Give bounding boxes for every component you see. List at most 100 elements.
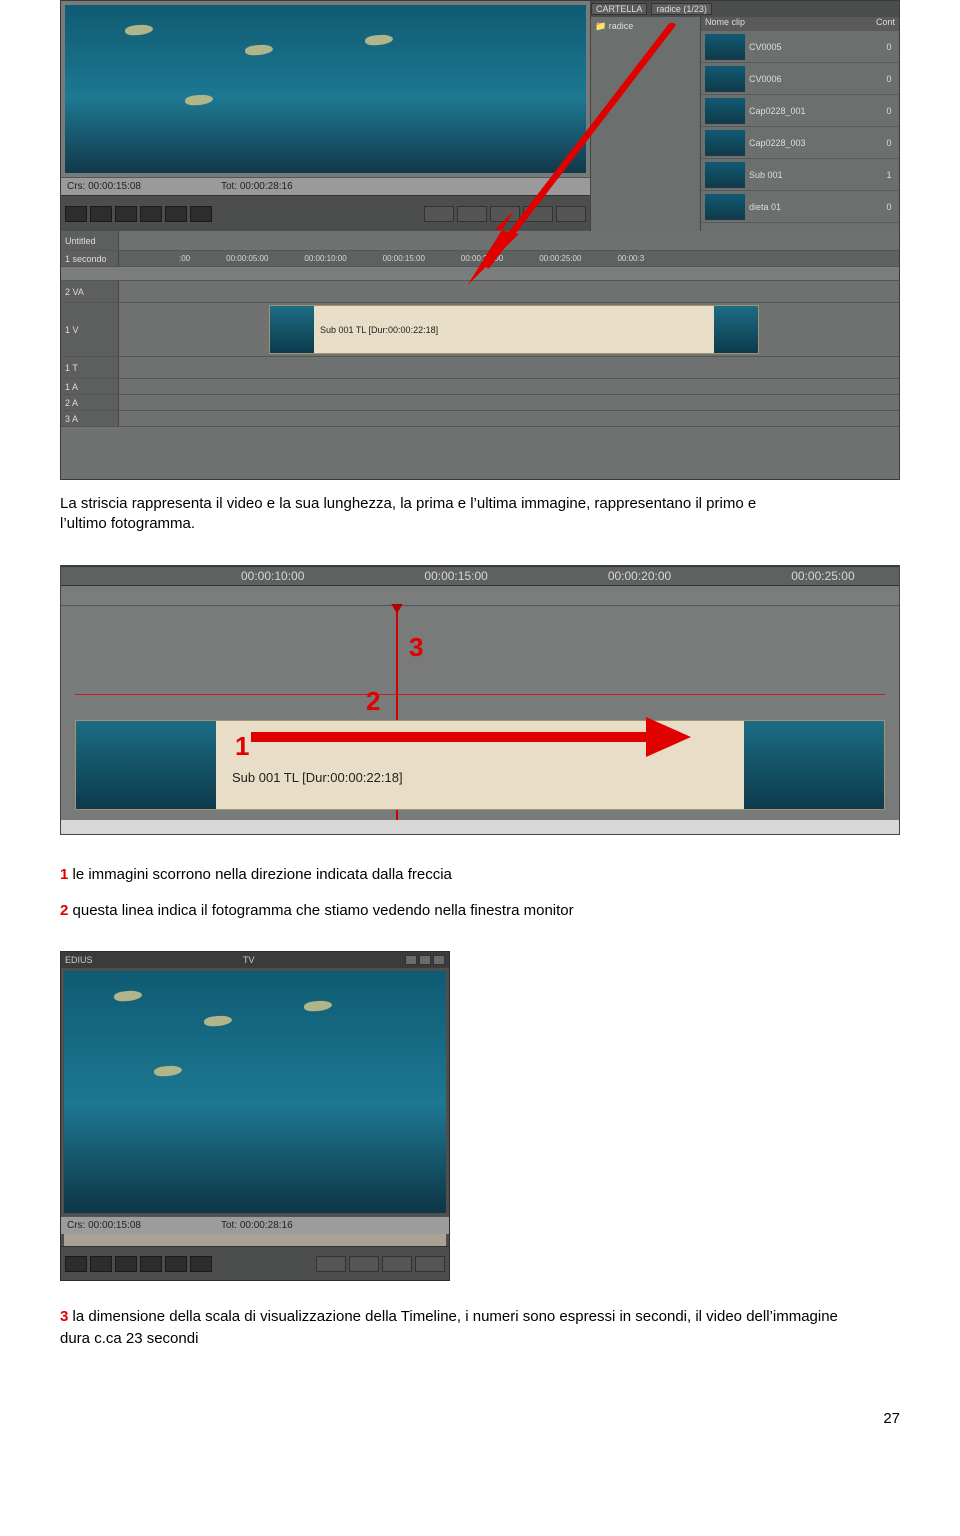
editor-upper: Crs: 00:00:15:08 Tot: 00:00:28:16 xyxy=(61,1,899,231)
rewind-button[interactable] xyxy=(115,206,137,222)
maximize-button[interactable] xyxy=(419,955,431,965)
clip-thumb xyxy=(705,98,745,124)
clip-row[interactable]: Cap0228_0010 xyxy=(701,95,899,127)
ruler-tick: 00:00:15:00 xyxy=(424,569,487,583)
mark-out-button[interactable] xyxy=(349,1256,379,1272)
monitor-tab[interactable]: TV xyxy=(243,955,255,965)
extra-button[interactable] xyxy=(382,1256,412,1272)
step-fwd-button[interactable] xyxy=(165,206,187,222)
track-t1[interactable]: 1 T xyxy=(61,357,899,379)
stop-button[interactable] xyxy=(65,206,87,222)
window-buttons xyxy=(405,955,445,965)
annotation-1: 1 xyxy=(235,731,249,762)
step-fwd-button[interactable] xyxy=(165,1256,187,1272)
clip-start-thumb xyxy=(76,721,216,809)
ruler-tick: 00:00:05:00 xyxy=(226,254,268,263)
track-a3[interactable]: 3 A xyxy=(61,411,899,427)
clip-strip[interactable]: Sub 001 TL [Dur:00:00:22:18] xyxy=(75,720,885,810)
extra-button[interactable] xyxy=(415,1256,445,1272)
close-button[interactable] xyxy=(433,955,445,965)
page-number: 27 xyxy=(60,1410,900,1427)
rewind-button[interactable] xyxy=(115,1256,137,1272)
clip-row[interactable]: Cap0228_0030 xyxy=(701,127,899,159)
figure-timeline-zoom: 00:00:10:00 00:00:15:00 00:00:20:00 00:0… xyxy=(60,565,900,835)
timeline-area: Untitled 1 secondo :00 00:00:05:00 00:00… xyxy=(61,231,899,479)
track-v1[interactable]: 1 V Sub 001 TL [Dur:00:00:22:18] xyxy=(61,303,899,357)
monitor-timecode-bar: Crs: 00:00:15:08 Tot: 00:00:28:16 xyxy=(61,1216,449,1234)
track-v1-body[interactable]: Sub 001 TL [Dur:00:00:22:18] xyxy=(119,303,899,356)
minimize-button[interactable] xyxy=(405,955,417,965)
figure-monitor-window: EDIUS TV Crs: 00:00:15:08 Tot: 00:00:28:… xyxy=(60,951,450,1281)
clip-row[interactable]: CV00050 xyxy=(701,31,899,63)
legend-line-3: 3 la dimensione della scala di visualizz… xyxy=(60,1307,900,1327)
mark-in-button[interactable] xyxy=(424,206,454,222)
preview-timecode-bar: Crs: 00:00:15:08 Tot: 00:00:28:16 xyxy=(61,177,590,195)
stop-button[interactable] xyxy=(65,1256,87,1272)
bin-tab-cartella[interactable]: CARTELLA xyxy=(591,3,647,15)
mark-out-button[interactable] xyxy=(457,206,487,222)
clip-thumb xyxy=(705,194,745,220)
track-label-v1: 1 V xyxy=(61,303,119,356)
clip-start-thumb xyxy=(270,306,314,353)
clip-end-thumb xyxy=(714,306,758,353)
track-label-va: 2 VA xyxy=(61,281,119,302)
fig2-ruler-ticks[interactable] xyxy=(61,586,899,606)
bin-panel: CARTELLA radice (1/23) 📁 radice Nome cli… xyxy=(591,1,899,231)
timecode-in: Crs: 00:00:15:08 xyxy=(67,1220,141,1231)
preview-video-frame xyxy=(65,5,586,173)
extra-button[interactable] xyxy=(490,206,520,222)
clip-row[interactable]: Sub 0011 xyxy=(701,159,899,191)
fish-icon xyxy=(204,1015,233,1027)
ruler-tick: 00:00:3 xyxy=(617,254,644,263)
track-va[interactable]: 2 VA xyxy=(61,281,899,303)
ruler-tick: 00:00:15:00 xyxy=(383,254,425,263)
timeline-toolbar: Untitled xyxy=(61,231,899,251)
fig2-track-area: Sub 001 TL [Dur:00:00:22:18] 1 2 3 xyxy=(61,606,899,820)
fast-fwd-button[interactable] xyxy=(190,206,212,222)
fish-icon xyxy=(125,24,154,36)
extra-button[interactable] xyxy=(556,206,586,222)
project-tab[interactable]: Untitled xyxy=(61,231,119,250)
extra-button[interactable] xyxy=(523,206,553,222)
clip-list-header: Nome clip Cont xyxy=(701,17,899,31)
fig2-scrollbar[interactable] xyxy=(61,820,899,834)
step-back-button[interactable] xyxy=(140,206,162,222)
monitor-transport xyxy=(61,1246,449,1280)
fish-icon xyxy=(114,990,143,1002)
annotation-3: 3 xyxy=(409,632,423,663)
track-a1[interactable]: 1 A xyxy=(61,379,899,395)
fast-fwd-button[interactable] xyxy=(190,1256,212,1272)
track-label-t1: 1 T xyxy=(61,357,119,378)
transport-row-1 xyxy=(61,195,590,231)
folder-root[interactable]: 📁 radice xyxy=(595,21,633,31)
ruler-tick: 00:00:25:00 xyxy=(791,569,854,583)
clip-row[interactable]: CV00060 xyxy=(701,63,899,95)
scale-dropdown[interactable]: 1 secondo xyxy=(61,251,119,266)
bin-header: CARTELLA radice (1/23) xyxy=(591,1,899,17)
step-back-button[interactable] xyxy=(140,1256,162,1272)
clip-thumb xyxy=(705,130,745,156)
play-button[interactable] xyxy=(90,206,112,222)
scrub-bar[interactable] xyxy=(64,1234,446,1246)
mark-in-button[interactable] xyxy=(316,1256,346,1272)
timecode-out: Tot: 00:00:28:16 xyxy=(221,1220,293,1231)
legend-line-1: 1 le immagini scorrono nella direzione i… xyxy=(60,865,900,885)
fish-icon xyxy=(365,34,394,46)
bin-tab-radice[interactable]: radice (1/23) xyxy=(651,3,712,15)
timecode-out: Tot: 00:00:28:16 xyxy=(221,181,293,192)
clip-row[interactable]: dieta 010 xyxy=(701,191,899,223)
fig2-ruler[interactable]: 00:00:10:00 00:00:15:00 00:00:20:00 00:0… xyxy=(61,566,899,586)
figure-editor-window: Crs: 00:00:15:08 Tot: 00:00:28:16 xyxy=(60,0,900,480)
folder-tree[interactable]: 📁 radice xyxy=(591,17,701,231)
play-button[interactable] xyxy=(90,1256,112,1272)
clip-thumb xyxy=(705,66,745,92)
clip-strip[interactable]: Sub 001 TL [Dur:00:00:22:18] xyxy=(269,305,759,354)
legend-line-3b: dura c.ca 23 secondi xyxy=(60,1329,900,1349)
clip-end-thumb xyxy=(744,721,884,809)
track-a2[interactable]: 2 A xyxy=(61,395,899,411)
fish-icon xyxy=(304,1000,333,1012)
ruler-tick: 00:00:10:00 xyxy=(241,569,304,583)
annotation-2: 2 xyxy=(366,686,380,717)
clip-label: Sub 001 TL [Dur:00:00:22:18] xyxy=(232,770,403,785)
ruler-ticks[interactable] xyxy=(61,267,899,281)
